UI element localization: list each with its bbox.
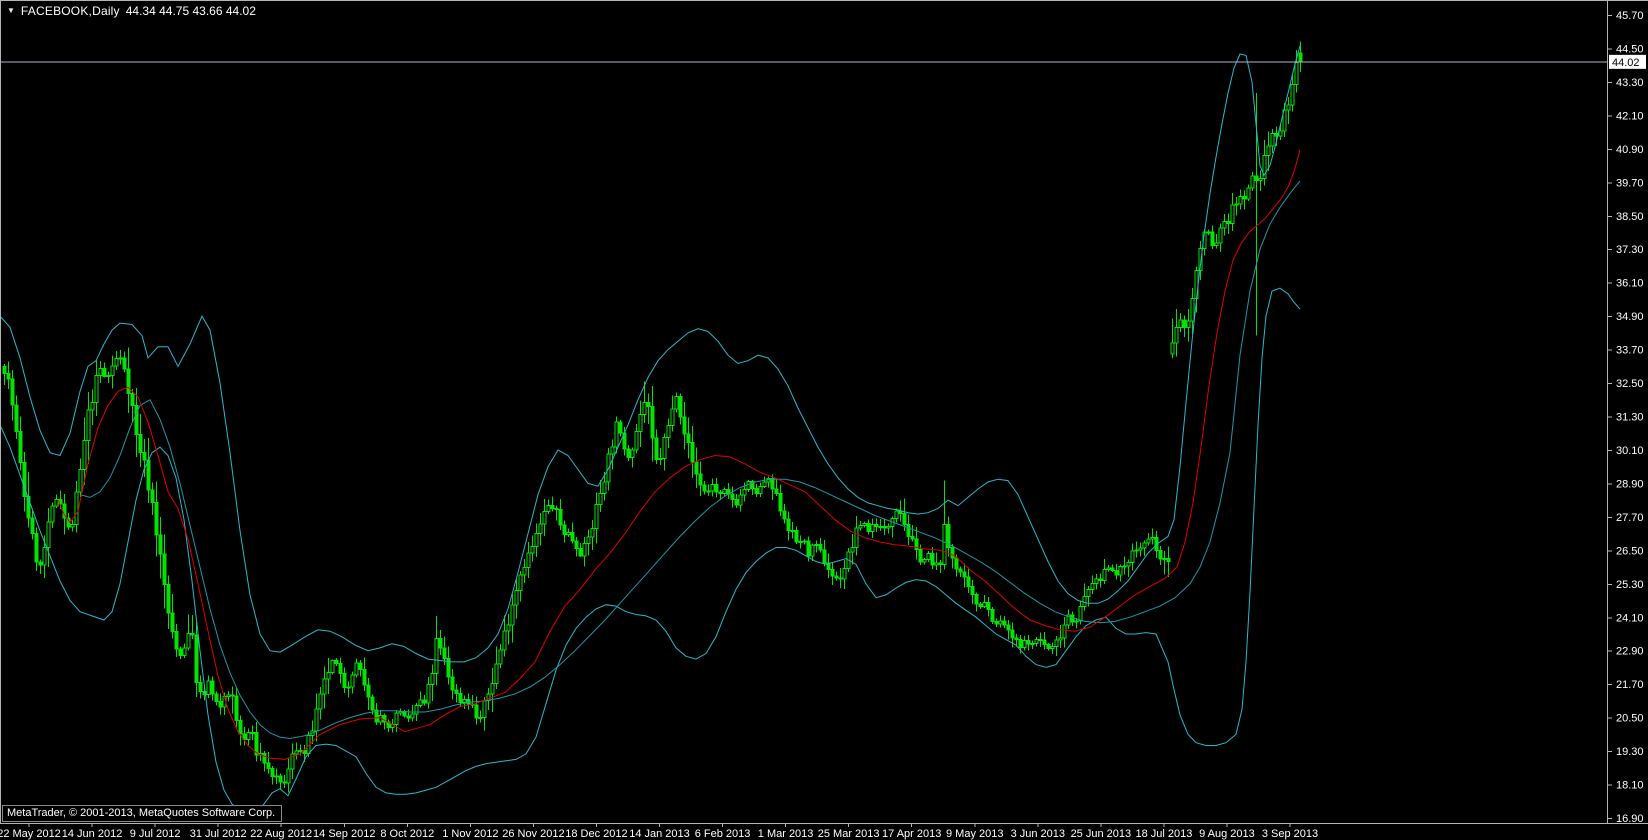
date-tick-label: 14 Sep 2012	[313, 828, 375, 840]
price-chart[interactable]: 45.70 44.50 43.30 42.10 40.90 39.70 38.50 37.30…	[0, 0, 1648, 840]
date-tick-label: 1 Mar 2013	[758, 828, 814, 840]
date-tick-label: 6 Feb 2013	[695, 828, 751, 840]
date-tick-label: 26 Nov 2012	[502, 828, 564, 840]
date-tick-label: 8 Oct 2012	[380, 828, 434, 840]
price-tick-label: 30.10	[1616, 445, 1644, 457]
slow-moving-average	[79, 180, 1301, 740]
price-tick-label: 43.30	[1616, 77, 1644, 89]
date-tick-label: 31 Jul 2012	[190, 828, 247, 840]
price-tick-label: 18.10	[1616, 780, 1644, 792]
date-tick-label: 18 Jul 2013	[1135, 828, 1192, 840]
fast-moving-average	[57, 149, 1301, 760]
price-tick-label: 40.90	[1616, 144, 1644, 156]
current-price-tag-label: 44.02	[1612, 57, 1640, 69]
price-tick-label: 20.50	[1616, 713, 1644, 725]
price-tick-label: 39.70	[1616, 177, 1644, 189]
date-tick-label: 9 Aug 2013	[1199, 828, 1255, 840]
symbol-timeframe-label: FACEBOOK,Daily	[20, 4, 120, 18]
price-tick-label: 25.30	[1616, 579, 1644, 591]
price-tick-label: 42.10	[1616, 110, 1644, 122]
symbol-marker-icon: ▼	[7, 6, 15, 15]
price-tick-label: 27.70	[1616, 512, 1644, 524]
date-tick-label: 22 May 2012	[0, 828, 61, 840]
date-tick-label: 22 Aug 2012	[250, 828, 312, 840]
chart-title: ▼ FACEBOOK,Daily 44.34 44.75 43.66 44.02	[7, 4, 256, 18]
date-tick-label: 14 Jun 2012	[62, 828, 123, 840]
date-tick-label: 3 Jun 2013	[1011, 828, 1065, 840]
copyright-box: MetaTrader, © 2001-2013, MetaQuotes Soft…	[2, 805, 283, 822]
price-tick-label: 44.50	[1616, 43, 1644, 55]
time-axis[interactable]: 22 May 2012 14 Jun 2012 9 Jul 2012 31 Jul 2…	[0, 823, 1648, 840]
metatrader-chart-window: 45.70 44.50 43.30 42.10 40.90 39.70 38.50 37.30…	[0, 0, 1648, 840]
price-tick-label: 32.50	[1616, 378, 1644, 390]
date-tick-label: 25 Jun 2013	[1071, 828, 1132, 840]
date-tick-label: 3 Sep 2013	[1262, 828, 1318, 840]
price-tick-label: 19.30	[1616, 746, 1644, 758]
price-tick-label: 22.90	[1616, 646, 1644, 658]
price-tick-label: 38.50	[1616, 211, 1644, 223]
price-tick-label: 16.90	[1616, 813, 1644, 825]
date-tick-label: 1 Nov 2012	[442, 828, 498, 840]
price-tick-label: 26.50	[1616, 545, 1644, 557]
price-tick-label: 21.70	[1616, 679, 1644, 691]
price-tick-label: 36.10	[1616, 278, 1644, 290]
bollinger-lower-band	[0, 287, 1301, 816]
price-tick-label: 33.70	[1616, 345, 1644, 357]
date-tick-label: 17 Apr 2013	[882, 828, 941, 840]
price-axis[interactable]: 45.70 44.50 43.30 42.10 40.90 39.70 38.50 37.30…	[1607, 0, 1648, 825]
candles	[2, 41, 1303, 793]
date-tick-label: 18 Dec 2012	[565, 828, 627, 840]
date-tick-label: 25 Mar 2013	[818, 828, 880, 840]
price-tick-label: 45.70	[1616, 10, 1644, 22]
date-tick-label: 9 May 2013	[946, 828, 1003, 840]
price-tick-label: 24.10	[1616, 612, 1644, 624]
ohlc-values-label: 44.34 44.75 43.66 44.02	[125, 4, 256, 18]
plot-border	[0, 0, 1648, 824]
date-tick-label: 14 Jan 2013	[629, 828, 690, 840]
date-tick-label: 9 Jul 2012	[130, 828, 181, 840]
price-tick-label: 34.90	[1616, 311, 1644, 323]
price-tick-label: 28.90	[1616, 478, 1644, 490]
price-tick-label: 37.30	[1616, 244, 1644, 256]
current-price-tag: 44.02	[1609, 54, 1646, 69]
price-tick-label: 31.30	[1616, 412, 1644, 424]
